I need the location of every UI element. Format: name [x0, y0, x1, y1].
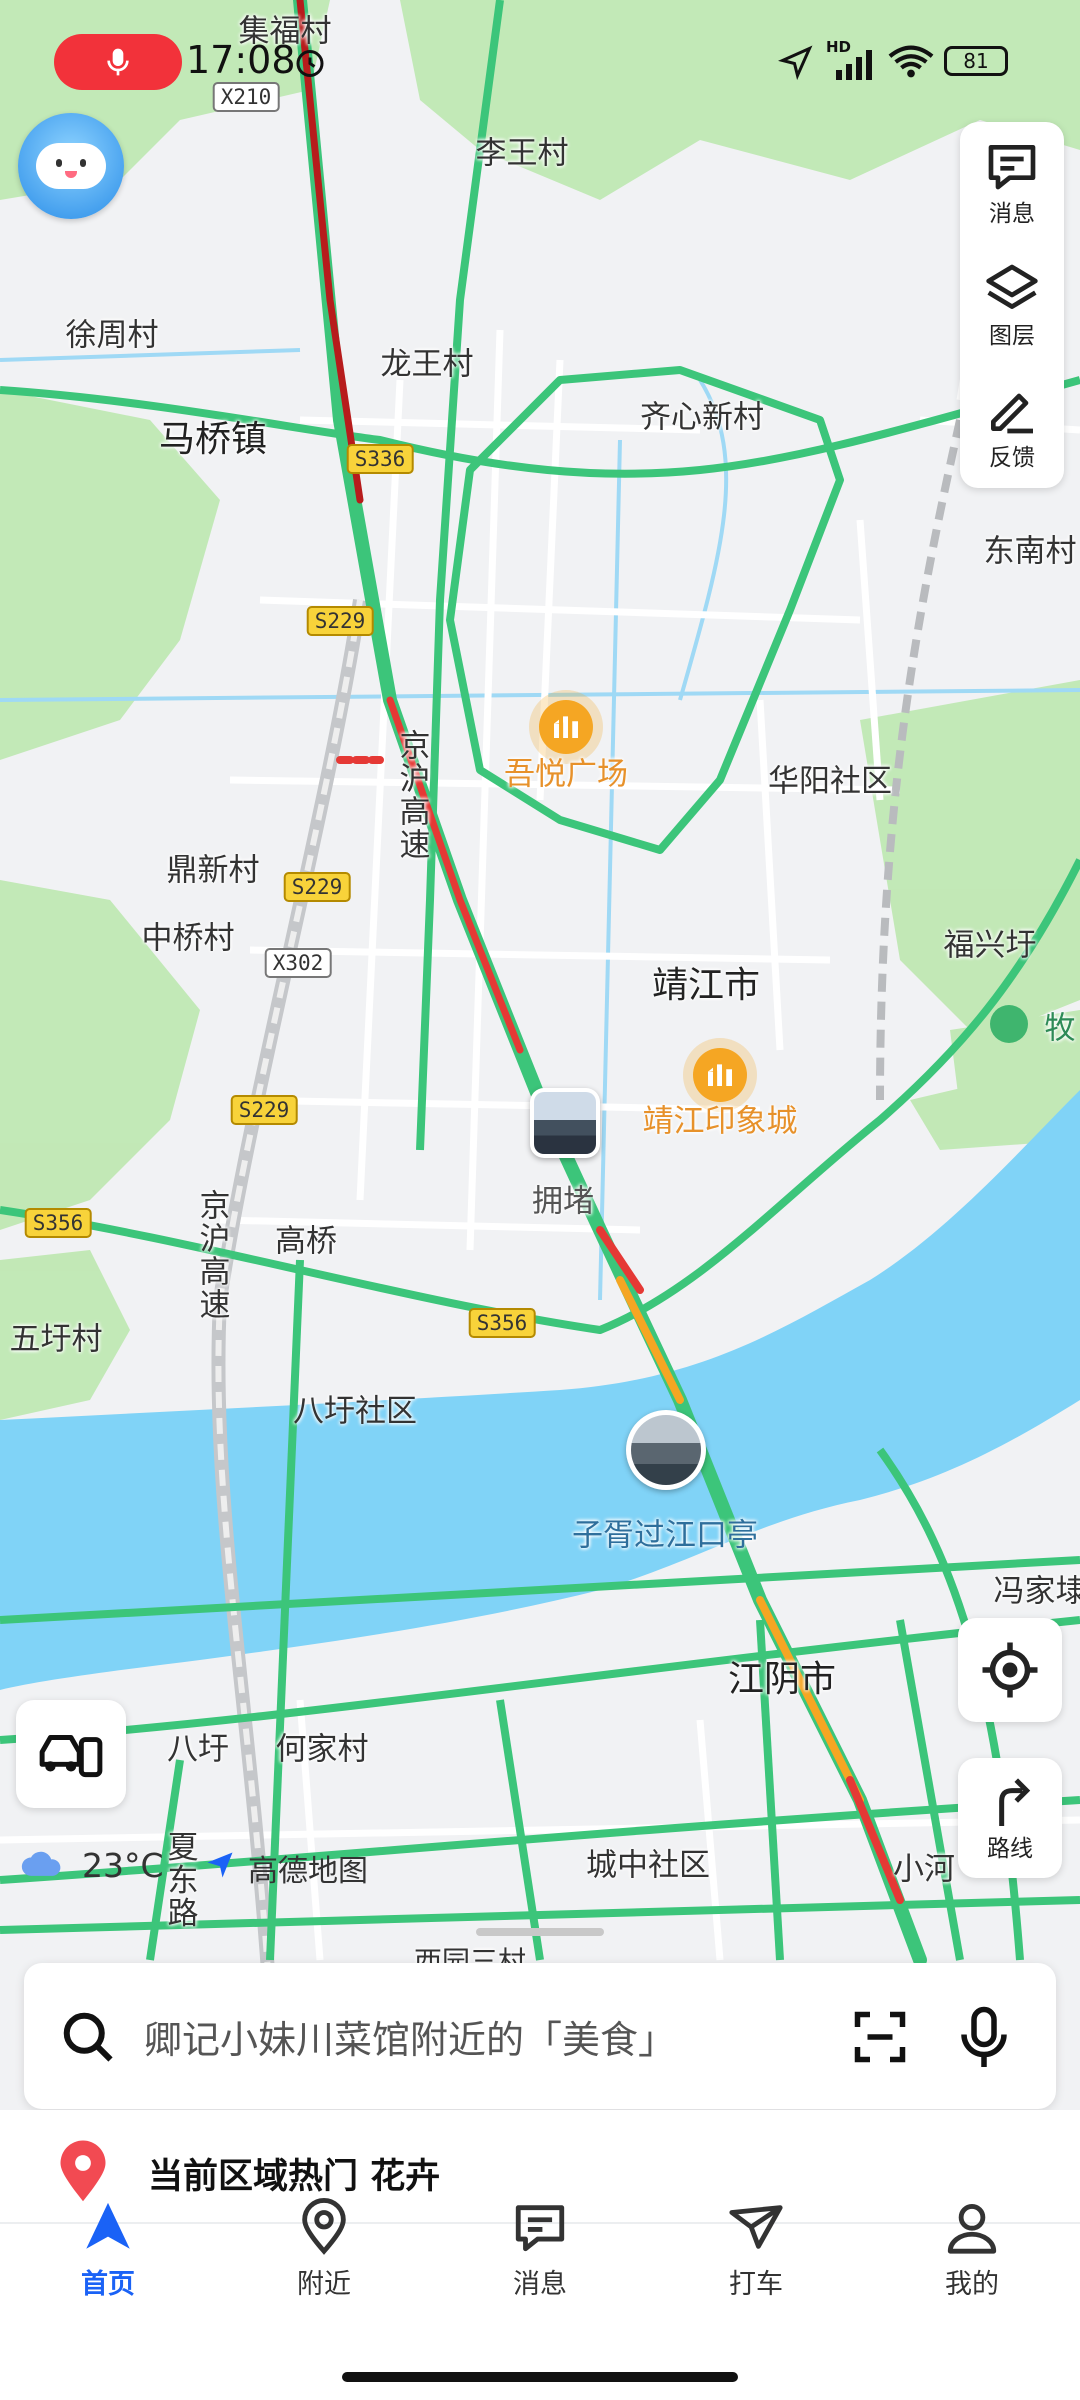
microphone-icon — [107, 48, 129, 76]
search-placeholder[interactable]: 卿记小妹川菜馆附近的「美食」 — [144, 2009, 676, 2064]
road-label: 夏东路 — [161, 1830, 198, 1930]
place-label: 李王村 — [475, 135, 569, 172]
weather-mascot-button[interactable] — [18, 113, 124, 219]
place-label: 徐周村 — [65, 317, 159, 354]
place-label: 五圩村 — [9, 1321, 103, 1358]
city-label: 靖江市 — [651, 965, 761, 1006]
message-icon — [988, 145, 1036, 190]
road-shield: X302 — [264, 948, 332, 978]
search-icon — [63, 2012, 113, 2062]
edit-pencil-icon — [991, 393, 1033, 434]
tab-label: 我的 — [945, 2269, 999, 2300]
tab-label: 打车 — [729, 2269, 783, 2300]
map-side-panel: 消息 图层 反馈 — [960, 122, 1064, 488]
layers-icon — [986, 264, 1038, 309]
place-label: 鼎新村 — [166, 852, 260, 889]
park-icon — [990, 1005, 1028, 1043]
brand-label: 高德地图 — [248, 1854, 368, 1889]
tab-messages[interactable]: 消息 — [470, 2190, 610, 2301]
home-indicator[interactable] — [342, 2372, 738, 2382]
tab-taxi[interactable]: 打车 — [686, 2190, 826, 2301]
place-label: 牧 — [1044, 1010, 1076, 1047]
landmark-photo — [631, 1415, 701, 1485]
user-icon — [947, 2204, 997, 2254]
layers-button[interactable]: 图层 — [960, 244, 1064, 366]
place-label: 马桥镇 — [158, 419, 268, 460]
car-phone-icon — [39, 1735, 103, 1778]
place-label: 何家村 — [275, 1731, 369, 1768]
taxi-flag-icon — [729, 2205, 783, 2249]
road-shield: X210 — [212, 82, 280, 112]
crosshair-icon — [982, 1642, 1038, 1698]
route-button[interactable]: 路线 — [958, 1758, 1062, 1878]
route-label: 路线 — [987, 1836, 1033, 1862]
road-shield: S229 — [306, 606, 374, 636]
poi-label[interactable]: 吾悦广场 — [504, 749, 628, 794]
traffic-photo-marker[interactable] — [530, 1088, 600, 1158]
place-label: 福兴圩 — [943, 927, 1037, 964]
place-label: 中桥村 — [141, 920, 235, 957]
tab-me[interactable]: 我的 — [902, 2190, 1042, 2301]
weather-temp: 23°C — [82, 1846, 164, 1885]
place-label: 齐心新村 — [640, 399, 764, 436]
wifi-icon — [888, 45, 934, 78]
scan-icon[interactable] — [850, 2007, 910, 2067]
landmark-photo-marker[interactable] — [626, 1410, 706, 1490]
place-label: 城中社区 — [586, 1847, 710, 1884]
chat-icon — [515, 2205, 565, 2252]
traffic-photo — [534, 1092, 596, 1154]
feedback-button[interactable]: 反馈 — [960, 366, 1064, 488]
location-arrow-icon — [778, 45, 813, 80]
ride-mode-button[interactable] — [16, 1700, 126, 1808]
signal-icon — [836, 50, 872, 80]
expressway-label: 京沪高速 — [393, 729, 430, 861]
voice-search-icon[interactable] — [954, 2003, 1014, 2071]
tab-nearby[interactable]: 附近 — [254, 2190, 394, 2301]
place-label: 八圩社区 — [293, 1393, 417, 1430]
traffic-label: 拥堵 — [532, 1183, 594, 1220]
landmark-label[interactable]: 子胥过江口亭 — [572, 1510, 758, 1555]
expressway-label: 京沪高速 — [193, 1189, 230, 1321]
layers-label: 图层 — [989, 323, 1035, 349]
place-label: 冯家埭 — [993, 1573, 1080, 1610]
voice-recording-pill[interactable] — [54, 34, 182, 90]
tab-label: 附近 — [297, 2269, 351, 2300]
place-label: 华阳社区 — [768, 763, 892, 800]
place-label: 高桥 — [275, 1223, 337, 1260]
poi-shopping-icon[interactable] — [539, 700, 593, 754]
road-shield: S229 — [283, 872, 351, 902]
weather-cloud-icon — [21, 1851, 61, 1876]
poi-shopping-icon[interactable] — [693, 1048, 747, 1102]
messages-label: 消息 — [989, 201, 1035, 227]
road-shield: S356 — [468, 1308, 536, 1338]
place-label: 龙王村 — [380, 346, 474, 383]
battery-level: 81 — [963, 49, 989, 73]
tab-home[interactable]: 首页 — [38, 2190, 178, 2301]
cloud-icon — [36, 143, 106, 189]
search-bar[interactable]: 卿记小妹川菜馆附近的「美食」 — [24, 1963, 1056, 2109]
poi-label[interactable]: 靖江印象城 — [643, 1096, 798, 1141]
feedback-label: 反馈 — [989, 445, 1035, 471]
place-label: 东南村 — [983, 533, 1077, 570]
messages-button[interactable]: 消息 — [960, 122, 1064, 244]
navigation-arrow-icon — [86, 2202, 130, 2249]
amap-logo-icon — [207, 1852, 233, 1878]
locate-me-button[interactable] — [958, 1618, 1062, 1722]
battery-icon: 81 — [944, 46, 1008, 76]
route-turn-icon — [999, 1778, 1031, 1826]
map-pin-icon — [302, 2198, 346, 2255]
city-label: 江阴市 — [727, 1659, 837, 1700]
place-label: 小河 — [893, 1851, 955, 1888]
sheet-grabber[interactable] — [476, 1928, 604, 1936]
road-shield: S336 — [346, 444, 414, 474]
status-time: 17:08 — [186, 38, 296, 82]
road-shield: S229 — [230, 1095, 298, 1125]
tab-label: 消息 — [513, 2269, 567, 2300]
alarm-icon — [296, 50, 324, 77]
place-label: 八圩 — [167, 1731, 229, 1768]
tab-label: 首页 — [81, 2269, 135, 2300]
road-shield: S356 — [24, 1208, 92, 1238]
